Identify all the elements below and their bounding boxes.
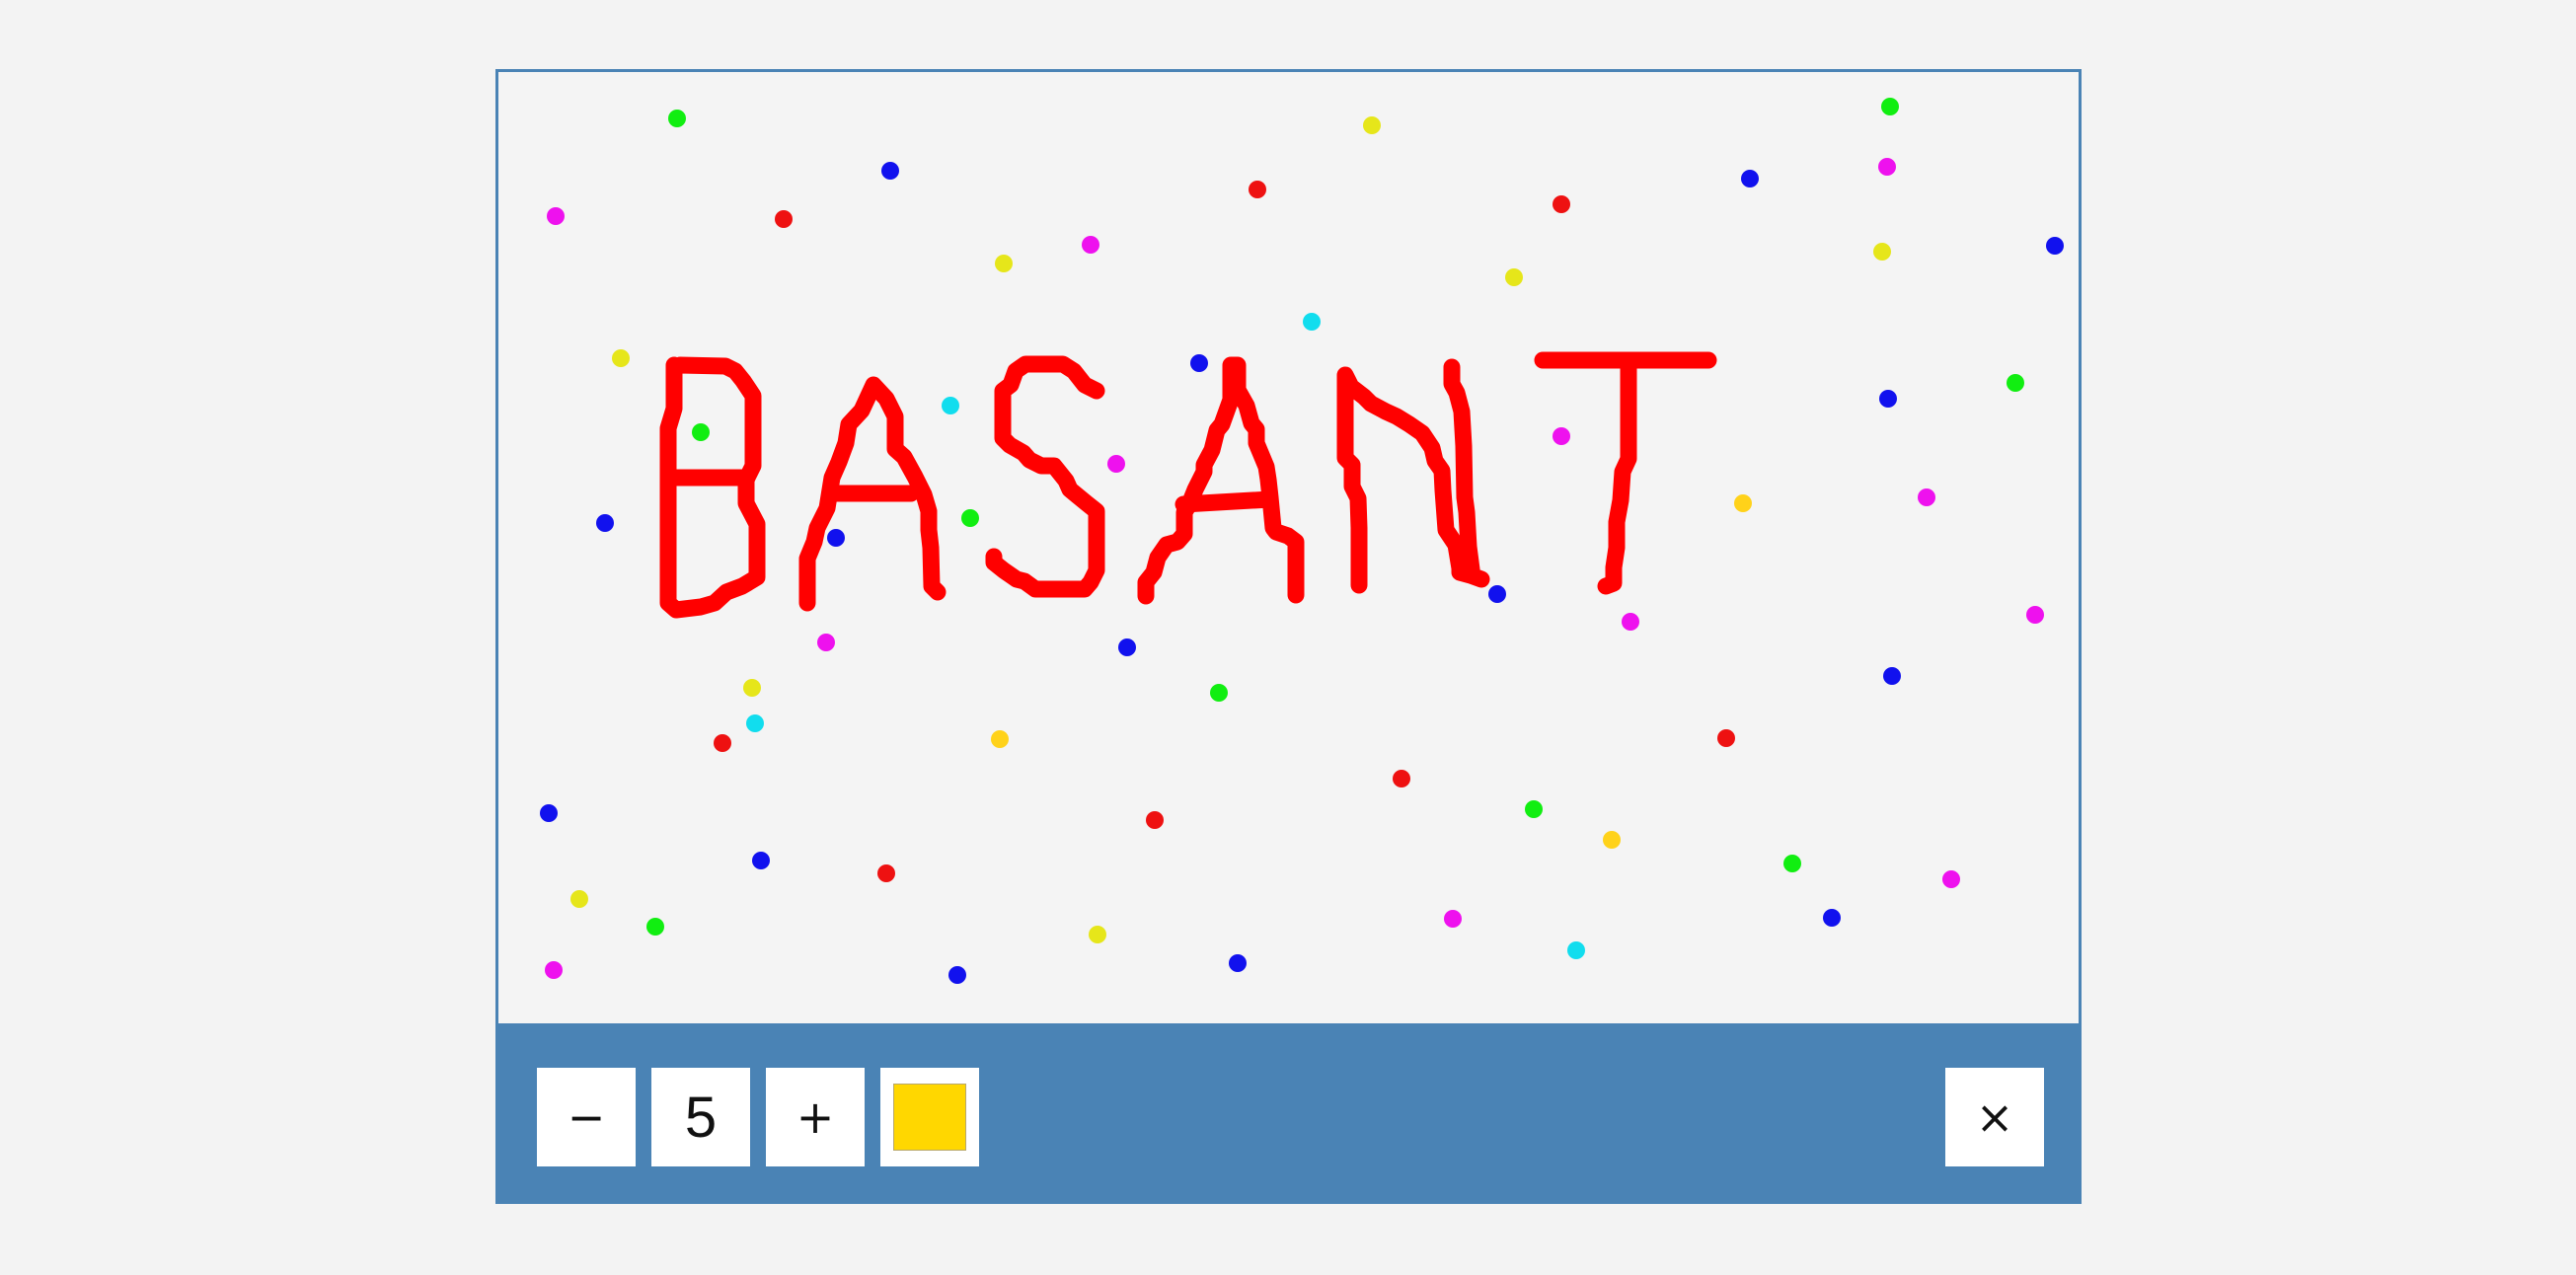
dot-green bbox=[692, 423, 710, 441]
dot-yellow bbox=[570, 890, 588, 908]
color-picker-button[interactable] bbox=[880, 1068, 979, 1166]
brush-size-value: 5 bbox=[651, 1068, 750, 1166]
dot-magenta bbox=[1107, 455, 1125, 473]
dot-cyan bbox=[942, 397, 959, 414]
dot-blue bbox=[1190, 354, 1208, 372]
dot-red bbox=[1553, 195, 1570, 213]
dot-magenta bbox=[817, 634, 835, 651]
dot-yellow bbox=[612, 349, 630, 367]
dot-magenta bbox=[1444, 910, 1462, 928]
dot-gold bbox=[1603, 831, 1621, 849]
dot-blue bbox=[1823, 909, 1841, 927]
dot-blue bbox=[1879, 390, 1897, 408]
stroke-letter-b bbox=[659, 356, 766, 619]
dot-blue bbox=[948, 966, 966, 984]
dot-green bbox=[1783, 855, 1801, 872]
dot-blue bbox=[540, 804, 558, 822]
increase-brush-size-button[interactable]: + bbox=[766, 1068, 865, 1166]
dot-cyan bbox=[1567, 941, 1585, 959]
stroke-letter-a-2 bbox=[1137, 356, 1305, 605]
dot-gold bbox=[1734, 494, 1752, 512]
decrease-brush-size-button[interactable]: − bbox=[537, 1068, 636, 1166]
dot-magenta bbox=[1942, 870, 1960, 888]
close-button[interactable]: × bbox=[1945, 1068, 2044, 1166]
dot-red bbox=[1717, 729, 1735, 747]
dot-yellow bbox=[1873, 243, 1891, 261]
dot-magenta bbox=[545, 961, 563, 979]
dot-gold bbox=[991, 730, 1009, 748]
drawn-strokes-basant bbox=[659, 351, 1717, 619]
selected-color-swatch bbox=[893, 1084, 966, 1151]
dot-magenta bbox=[1622, 613, 1639, 631]
dot-blue bbox=[881, 162, 899, 180]
stroke-letter-s bbox=[985, 355, 1105, 598]
dot-green bbox=[2007, 374, 2024, 392]
dot-yellow bbox=[1505, 268, 1523, 286]
dot-blue bbox=[1488, 585, 1506, 603]
stroke-letter-t-stem bbox=[1597, 355, 1637, 595]
dot-magenta bbox=[1878, 158, 1896, 176]
dot-blue bbox=[1229, 954, 1247, 972]
dot-yellow bbox=[995, 255, 1013, 272]
drawing-app-window: − 5 + × bbox=[495, 69, 2082, 1204]
dot-red bbox=[1393, 770, 1410, 788]
dot-green bbox=[961, 509, 979, 527]
canvas-surface[interactable] bbox=[498, 72, 2079, 1023]
dot-cyan bbox=[1303, 313, 1321, 331]
dot-red bbox=[1146, 811, 1164, 829]
dot-green bbox=[646, 918, 664, 936]
drawing-canvas[interactable] bbox=[498, 72, 2079, 1023]
dot-magenta bbox=[1918, 488, 1935, 506]
dot-green bbox=[668, 110, 686, 127]
dot-blue bbox=[1741, 170, 1759, 188]
dot-blue bbox=[1118, 638, 1136, 656]
dot-red bbox=[775, 210, 793, 228]
dot-magenta bbox=[2026, 606, 2044, 624]
dot-cyan bbox=[746, 714, 764, 732]
dot-red bbox=[877, 864, 895, 882]
dot-green bbox=[1881, 98, 1899, 115]
dot-yellow bbox=[743, 679, 761, 697]
dot-magenta bbox=[547, 207, 565, 225]
stroke-letter-a-2-bar bbox=[1174, 490, 1279, 513]
dot-yellow bbox=[1089, 926, 1106, 943]
dot-red bbox=[714, 734, 731, 752]
dot-blue bbox=[1883, 667, 1901, 685]
dot-blue bbox=[752, 852, 770, 869]
bottom-toolbar: − 5 + × bbox=[498, 1023, 2079, 1201]
dot-blue bbox=[827, 529, 845, 547]
dot-blue bbox=[596, 514, 614, 532]
dot-magenta bbox=[1553, 427, 1570, 445]
dot-green bbox=[1210, 684, 1228, 702]
dot-magenta bbox=[1082, 236, 1099, 254]
dot-yellow bbox=[1363, 116, 1381, 134]
dot-red bbox=[1249, 181, 1266, 198]
dot-blue bbox=[2046, 237, 2064, 255]
dot-green bbox=[1525, 800, 1543, 818]
